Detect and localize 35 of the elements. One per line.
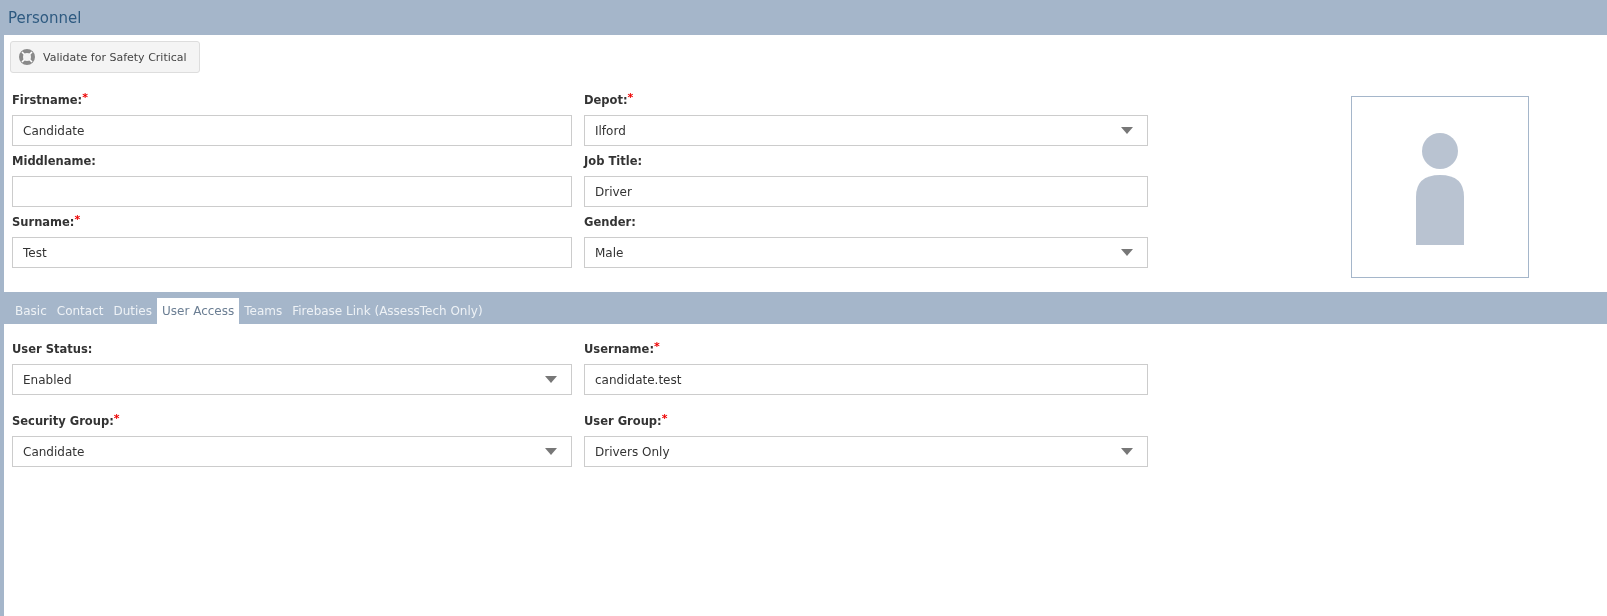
field-label: User Group: (584, 414, 662, 428)
caret-icon (1121, 448, 1133, 455)
caret-icon (545, 448, 557, 455)
required-marker: * (113, 412, 120, 425)
field-label: Depot: (584, 93, 628, 107)
field-label: Middlename: (12, 154, 96, 168)
input-field[interactable]: Driver (584, 176, 1148, 207)
window-title: Personnel (8, 8, 82, 27)
field-label: Surname: (12, 215, 75, 229)
input-field[interactable]: Test (12, 237, 572, 268)
dropdown[interactable]: Drivers Only (584, 436, 1148, 467)
field-label: Gender: (584, 215, 636, 229)
caret-icon (1121, 249, 1133, 256)
validate-button[interactable]: Validate for Safety Critical (10, 41, 200, 73)
lifebuoy-icon (19, 49, 35, 65)
caret-icon (1121, 127, 1133, 134)
required-marker: * (74, 213, 81, 226)
caret-icon (545, 376, 557, 383)
required-marker: * (661, 412, 668, 425)
required-marker: * (627, 91, 634, 104)
field-label: Firstname: (12, 93, 83, 107)
field-label: User Status: (12, 342, 93, 356)
dropdown[interactable]: Enabled (12, 364, 572, 395)
dropdown[interactable]: Male (584, 237, 1148, 268)
input-field[interactable]: Candidate (12, 115, 572, 146)
required-marker: * (82, 91, 88, 104)
dropdown[interactable]: Candidate (12, 436, 572, 467)
input-field[interactable] (12, 176, 572, 207)
field-label: Security Group: (12, 414, 114, 428)
dropdown[interactable]: Ilford (584, 115, 1148, 146)
tab[interactable]: User Access (157, 298, 240, 324)
required-marker: * (654, 340, 660, 353)
field-label: Job Title: (584, 154, 643, 168)
field-label: Username: (584, 342, 654, 356)
input-field[interactable]: candidate.test (584, 364, 1148, 395)
